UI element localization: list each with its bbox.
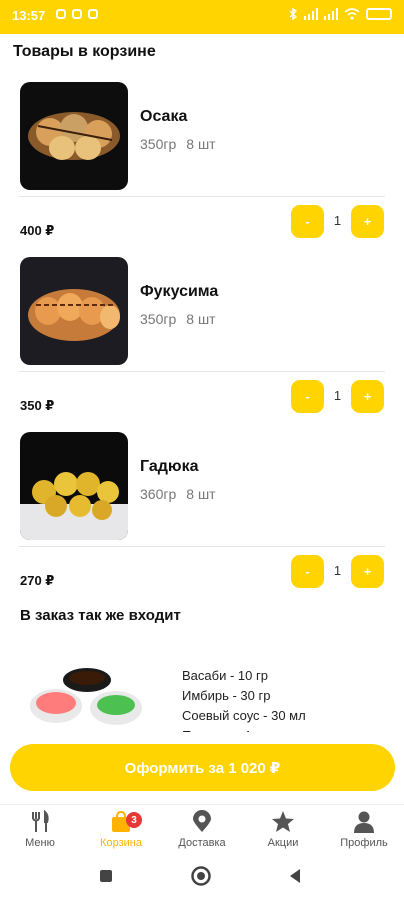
fork-knife-icon bbox=[32, 810, 49, 832]
signal-icon bbox=[324, 8, 338, 20]
extras-item: Васаби - 10 гр bbox=[182, 668, 268, 683]
tab-cart[interactable]: 3 Корзина bbox=[86, 810, 156, 849]
tab-label: Корзина bbox=[100, 837, 142, 849]
tab-delivery[interactable]: Доставка bbox=[167, 810, 237, 849]
decrease-button[interactable]: - bbox=[291, 205, 324, 238]
product-price: 400 ₽ bbox=[20, 223, 55, 238]
checkout-bar: Оформить за 1 020 ₽ bbox=[0, 732, 404, 804]
star-icon bbox=[272, 811, 294, 832]
person-icon bbox=[354, 811, 374, 833]
status-system-icons bbox=[288, 8, 392, 20]
app-notification-icon bbox=[72, 9, 82, 19]
status-bar: 13:57 bbox=[0, 0, 404, 34]
product-count: 8 шт bbox=[186, 311, 216, 327]
quantity-value: 1 bbox=[333, 563, 342, 578]
product-meta: 350гр 8 шт bbox=[140, 311, 216, 327]
product-image bbox=[20, 257, 128, 365]
divider bbox=[19, 546, 385, 547]
download-icon bbox=[88, 9, 98, 19]
product-count: 8 шт bbox=[186, 136, 216, 152]
increase-button[interactable]: + bbox=[351, 380, 384, 413]
product-meta: 360гр 8 шт bbox=[140, 486, 216, 502]
tab-menu[interactable]: Меню bbox=[5, 810, 75, 849]
increase-button[interactable]: + bbox=[351, 555, 384, 588]
tab-label: Меню bbox=[25, 837, 55, 849]
page-title: Товары в корзине bbox=[13, 43, 156, 60]
extras-image bbox=[30, 660, 145, 740]
product-name: Фукусима bbox=[140, 283, 219, 300]
extras-item: Имбирь - 30 гр bbox=[182, 688, 271, 703]
signal-icon bbox=[304, 8, 318, 20]
tab-promotions[interactable]: Акции bbox=[248, 810, 318, 849]
battery-icon bbox=[366, 8, 392, 20]
quantity-stepper: - 1 + bbox=[291, 205, 384, 238]
quantity-stepper: - 1 + bbox=[291, 380, 384, 413]
extras-item: Соевый соус - 30 мл bbox=[182, 708, 306, 723]
system-nav-bar bbox=[0, 856, 404, 900]
status-notification-icons bbox=[56, 9, 98, 19]
product-weight: 350гр bbox=[140, 136, 177, 152]
home-icon[interactable] bbox=[190, 865, 212, 887]
cart-item: Гадюка 360гр 8 шт 270 ₽ - 1 + bbox=[0, 420, 404, 595]
product-count: 8 шт bbox=[186, 486, 216, 502]
cart-header: Товары в корзине bbox=[0, 34, 404, 70]
divider bbox=[19, 371, 385, 372]
divider bbox=[19, 196, 385, 197]
product-price: 270 ₽ bbox=[20, 573, 55, 588]
decrease-button[interactable]: - bbox=[291, 555, 324, 588]
product-image bbox=[20, 82, 128, 190]
back-icon[interactable] bbox=[288, 868, 302, 884]
cart-item: Осака 350гр 8 шт 400 ₽ - 1 + bbox=[0, 70, 404, 245]
tab-label: Профиль bbox=[340, 837, 388, 849]
decrease-button[interactable]: - bbox=[291, 380, 324, 413]
product-image bbox=[20, 432, 128, 540]
product-weight: 360гр bbox=[140, 486, 177, 502]
tab-label: Доставка bbox=[178, 837, 226, 849]
cart-count-badge: 3 bbox=[126, 812, 142, 828]
location-pin-icon bbox=[193, 810, 211, 832]
product-weight: 350гр bbox=[140, 311, 177, 327]
product-name: Осака bbox=[140, 108, 188, 125]
quantity-value: 1 bbox=[333, 388, 342, 403]
recents-icon[interactable] bbox=[98, 868, 114, 884]
quantity-stepper: - 1 + bbox=[291, 555, 384, 588]
wifi-icon bbox=[344, 8, 360, 20]
extras-title: В заказ так же входит bbox=[20, 607, 181, 624]
cart-item: Фукусима 350гр 8 шт 350 ₽ - 1 + bbox=[0, 245, 404, 420]
checkout-button[interactable]: Оформить за 1 020 ₽ bbox=[10, 744, 395, 791]
bluetooth-icon bbox=[289, 8, 298, 20]
tab-profile[interactable]: Профиль bbox=[329, 810, 399, 849]
bottom-tab-bar: Меню 3 Корзина Доставка Акции Профиль bbox=[0, 804, 404, 857]
product-meta: 350гр 8 шт bbox=[140, 136, 216, 152]
quantity-value: 1 bbox=[333, 213, 342, 228]
alarm-icon bbox=[56, 9, 66, 19]
tab-label: Акции bbox=[267, 837, 299, 849]
status-time: 13:57 bbox=[12, 8, 46, 23]
increase-button[interactable]: + bbox=[351, 205, 384, 238]
product-price: 350 ₽ bbox=[20, 398, 55, 413]
product-name: Гадюка bbox=[140, 458, 199, 475]
